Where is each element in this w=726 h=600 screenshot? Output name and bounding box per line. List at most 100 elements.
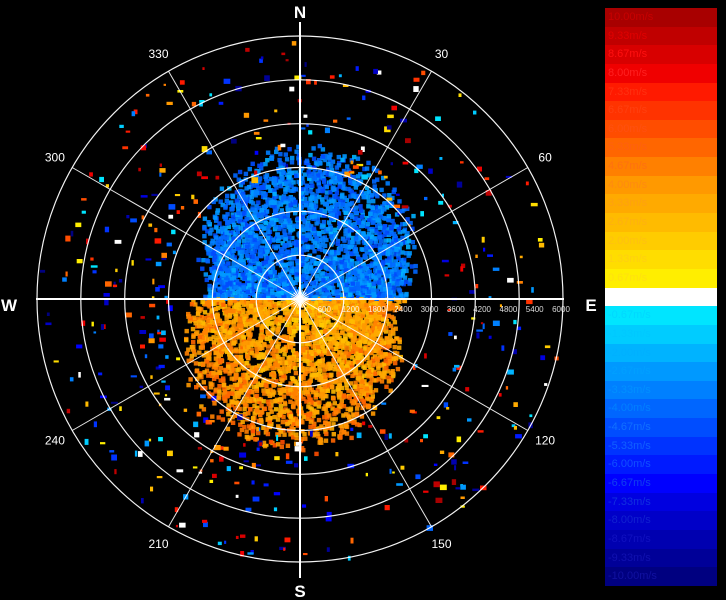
echo-gate [280, 303, 285, 308]
echo-gate [311, 226, 317, 231]
echo-gate [239, 390, 244, 395]
echo-gate [281, 282, 287, 287]
echo-gate [306, 169, 311, 175]
echo-gate [248, 304, 254, 309]
echo-gate [367, 269, 372, 274]
echo-gate [210, 328, 215, 333]
echo-gate [328, 190, 333, 195]
echo-gate [261, 185, 266, 190]
echo-gate [261, 289, 266, 294]
echo-gate [406, 244, 411, 250]
echo-gate [332, 401, 337, 406]
echo-gate [362, 254, 367, 259]
echo-gate [237, 316, 243, 321]
echo-gate [254, 388, 260, 393]
echo-gate [200, 320, 205, 325]
echo-gate [279, 397, 284, 403]
echo-gate [223, 205, 228, 210]
echo-gate [256, 200, 261, 205]
echo-gate [328, 260, 333, 266]
echo-gate [303, 203, 308, 208]
echo-gate [264, 427, 269, 432]
echo-gate [246, 344, 251, 350]
echo-gate [302, 358, 307, 363]
echo-gate [200, 343, 205, 348]
echo-gate [280, 378, 285, 383]
echo-gate [270, 288, 275, 293]
echo-gate [345, 254, 351, 259]
echo-gate [234, 400, 239, 405]
echo-gate [228, 281, 233, 286]
echo-gate [191, 334, 196, 339]
echo-gate [370, 205, 376, 210]
echo-gate [286, 175, 292, 180]
echo-gate [206, 355, 211, 360]
echo-gate [329, 372, 334, 377]
echo-gate [329, 343, 334, 349]
echo-gate [309, 214, 315, 220]
echo-gate [386, 218, 391, 223]
echo-gate [311, 171, 316, 176]
echo-gate [397, 345, 402, 350]
echo-gate [288, 414, 294, 419]
echo-gate [403, 265, 408, 270]
echo-gate [211, 301, 216, 306]
echo-gate [341, 378, 346, 383]
echo-gate [307, 412, 312, 417]
echo-gate [319, 375, 324, 381]
echo-gate [244, 434, 250, 440]
echo-gate [348, 292, 353, 297]
echo-gate [256, 430, 261, 436]
echo-gate [234, 347, 239, 352]
echo-gate [271, 303, 277, 309]
echo-gate [244, 216, 249, 222]
echo-gate [330, 199, 335, 204]
echo-gate [234, 382, 240, 388]
echo-gate [223, 368, 228, 373]
echo-gate [364, 190, 369, 196]
echo-gate [211, 370, 216, 376]
echo-gate [337, 395, 342, 400]
echo-gate [365, 222, 371, 227]
echo-gate [245, 354, 250, 359]
echo-gate [231, 222, 237, 228]
echo-gate [406, 238, 412, 244]
echo-gate [324, 266, 329, 271]
echo-gate [275, 244, 280, 249]
echo-gate [285, 196, 290, 201]
echo-gate [232, 395, 238, 400]
echo-gate [320, 188, 325, 194]
echo-gate [221, 302, 226, 307]
echo-gate [317, 143, 322, 149]
echo-gate [244, 253, 250, 258]
echo-gate [285, 207, 291, 212]
echo-gate [238, 293, 244, 299]
echo-gate [395, 366, 401, 372]
echo-gate [289, 170, 294, 176]
echo-gate [253, 244, 259, 250]
echo-gate [348, 277, 353, 282]
echo-gate [266, 184, 271, 190]
echo-gate [229, 200, 234, 205]
echo-gate [373, 388, 379, 393]
echo-gate [250, 161, 255, 166]
echo-gate [306, 233, 312, 238]
echo-gate [387, 359, 392, 364]
echo-gate [376, 377, 382, 382]
echo-gate [366, 403, 371, 408]
echo-gate [190, 326, 196, 332]
echo-gate [242, 210, 247, 216]
echo-gate [273, 208, 278, 214]
echo-gate [307, 173, 312, 178]
echo-gate [338, 246, 343, 252]
echo-gate [205, 247, 211, 252]
echo-gate [221, 376, 226, 381]
echo-gate [361, 195, 366, 200]
echo-gate [353, 236, 359, 241]
echo-gate [289, 160, 295, 165]
echo-gate [346, 186, 351, 192]
echo-gate [375, 194, 380, 199]
echo-gate [317, 400, 322, 405]
echo-gate [337, 391, 342, 396]
echo-gate [225, 268, 231, 273]
